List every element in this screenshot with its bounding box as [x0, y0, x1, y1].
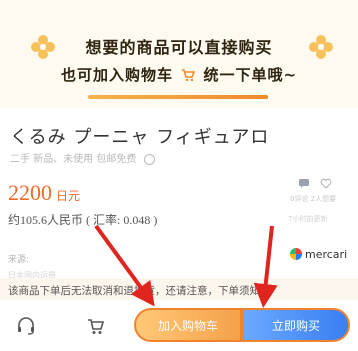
product-tags: 二手 新品、未使用 包邮免费: [10, 150, 155, 165]
product-actions: 0评论 2人想要: [286, 178, 346, 218]
source-label: 来源:: [8, 255, 30, 265]
heart-icon[interactable]: [320, 178, 332, 189]
banner-subheadline-prefix: 也可加入购物车: [60, 66, 173, 84]
add-to-cart-button[interactable]: 加入购物车: [134, 308, 242, 342]
updated-time: 7小时前更新: [288, 215, 328, 223]
banner-underline: [88, 95, 268, 99]
promo-banner: 想要的商品可以直接购买 也可加入购物车 统一下单哦~: [0, 0, 358, 108]
product-price: 2200 日元: [8, 180, 80, 206]
mercari-logo-icon: [290, 248, 302, 260]
shopping-cart-icon: [182, 69, 196, 82]
rmb-conversion: 约105.6人民币 ( 汇率: 0.048 ): [8, 213, 158, 227]
info-icon[interactable]: [143, 153, 155, 165]
banner-subheadline-suffix: 统一下单哦~: [203, 66, 298, 84]
buy-now-button[interactable]: 立即购买: [242, 308, 350, 342]
cart-icon[interactable]: [86, 316, 106, 336]
comment-icon[interactable]: [298, 178, 310, 189]
product-tag-text: 二手 新品、未使用 包邮免费: [10, 154, 137, 165]
product-title: くるみ プーニャ フィギュアロ: [10, 127, 270, 148]
comment-count: 0评论 2人想要: [290, 195, 337, 203]
purchase-notice: 该商品下单后无法取消和退换货，还请注意，下单须知。: [8, 285, 271, 297]
source-name: mercari: [305, 248, 348, 261]
price-unit: 日元: [56, 189, 81, 203]
flower-icon: [309, 35, 333, 59]
headset-icon[interactable]: [16, 316, 36, 336]
source-mercari[interactable]: mercari: [290, 248, 347, 261]
banner-subheadline: 也可加入购物车 统一下单哦~: [0, 64, 358, 85]
banner-headline: 想要的商品可以直接购买: [85, 38, 273, 57]
price-value: 2200: [8, 180, 52, 205]
